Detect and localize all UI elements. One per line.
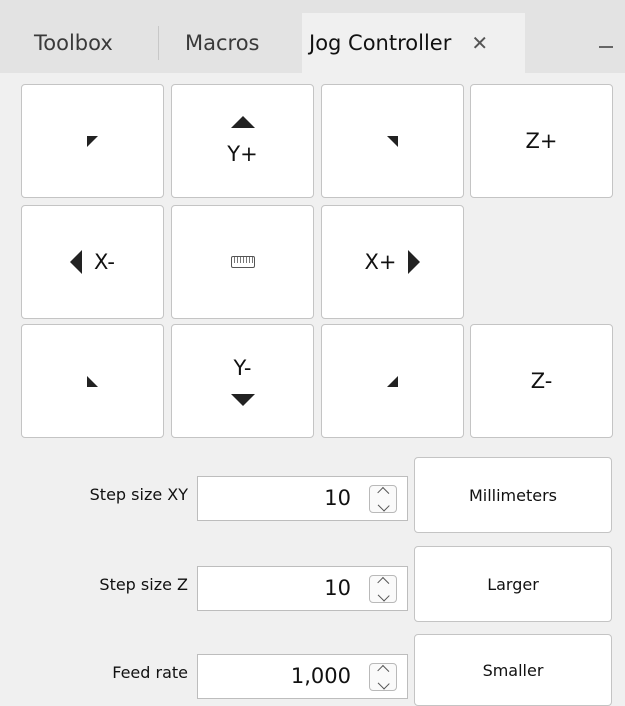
jog-down-left-button[interactable] — [21, 324, 164, 438]
tab-label: Toolbox — [34, 31, 113, 55]
jog-x-minus-button[interactable]: X- — [21, 205, 164, 319]
step-size-xy-spinbox[interactable]: 10 — [197, 476, 408, 521]
z-minus-label: Z- — [530, 369, 553, 393]
tab-jog-controller[interactable]: Jog Controller ✕ — [302, 13, 525, 73]
larger-button[interactable]: Larger — [414, 546, 612, 622]
arrow-left-icon — [70, 250, 83, 274]
tab-separator — [158, 26, 159, 60]
tab-label: Macros — [185, 31, 260, 55]
arrow-up-icon — [230, 116, 255, 128]
larger-label: Larger — [487, 574, 539, 594]
smaller-button[interactable]: Smaller — [414, 634, 612, 706]
keyboard-jog-button[interactable] — [171, 205, 314, 319]
units-label: Millimeters — [468, 485, 558, 505]
y-minus-label: Y- — [233, 356, 252, 380]
keyboard-icon — [230, 256, 255, 268]
units-button[interactable]: Millimeters — [414, 457, 612, 533]
chevron-down-icon[interactable] — [377, 677, 389, 690]
z-plus-label: Z+ — [525, 129, 558, 153]
jog-down-right-button[interactable] — [321, 324, 464, 438]
x-minus-label: X- — [94, 250, 115, 274]
tab-label: Jog Controller — [309, 31, 452, 55]
tab-macros[interactable]: Macros — [185, 13, 260, 73]
chevron-up-icon[interactable] — [377, 576, 389, 589]
tab-toolbox[interactable]: Toolbox — [34, 13, 113, 73]
step-size-z-value: 10 — [324, 576, 351, 600]
chevron-up-icon[interactable] — [377, 664, 389, 677]
arrow-down-right-icon — [387, 375, 398, 387]
jog-x-plus-button[interactable]: X+ — [321, 205, 464, 319]
jog-y-plus-button[interactable]: Y+ — [171, 84, 314, 198]
step-size-xy-label: Step size XY — [89, 485, 188, 504]
feed-rate-value: 1,000 — [290, 664, 351, 688]
feed-rate-spinbox[interactable]: 1,000 — [197, 654, 408, 699]
jog-up-left-button[interactable] — [21, 84, 164, 198]
step-size-xy-value: 10 — [324, 486, 351, 510]
step-size-z-stepper[interactable] — [369, 575, 397, 603]
step-size-z-label: Step size Z — [99, 575, 188, 594]
jog-up-right-button[interactable] — [321, 84, 464, 198]
arrow-right-icon — [408, 250, 421, 274]
arrow-up-left-icon — [87, 135, 98, 147]
chevron-up-icon[interactable] — [377, 486, 389, 499]
arrow-down-left-icon — [87, 375, 98, 387]
feed-rate-stepper[interactable] — [369, 663, 397, 691]
smaller-label: Smaller — [482, 660, 544, 680]
chevron-down-icon[interactable] — [377, 499, 389, 512]
chevron-down-icon[interactable] — [377, 589, 389, 602]
jog-z-plus-button[interactable]: Z+ — [470, 84, 613, 198]
step-size-xy-stepper[interactable] — [369, 485, 397, 513]
minimize-icon[interactable] — [599, 46, 613, 48]
tab-bar: Toolbox Macros Jog Controller ✕ — [0, 0, 625, 73]
x-plus-label: X+ — [364, 250, 397, 274]
y-plus-label: Y+ — [227, 142, 258, 166]
arrow-down-icon — [230, 394, 255, 406]
jog-y-minus-button[interactable]: Y- — [171, 324, 314, 438]
feed-rate-label: Feed rate — [112, 663, 188, 682]
jog-z-minus-button[interactable]: Z- — [470, 324, 613, 438]
step-size-z-spinbox[interactable]: 10 — [197, 566, 408, 611]
close-icon[interactable]: ✕ — [471, 33, 488, 53]
arrow-up-right-icon — [387, 135, 398, 147]
